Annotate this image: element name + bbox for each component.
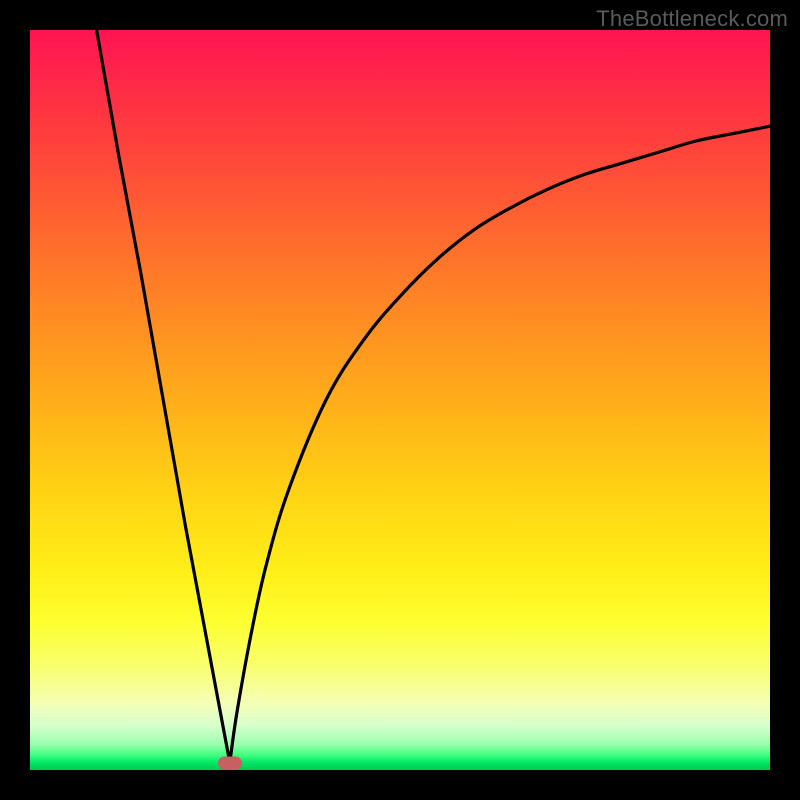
chart-frame: TheBottleneck.com <box>0 0 800 800</box>
plot-area <box>30 30 770 770</box>
optimal-marker <box>218 756 242 769</box>
bottleneck-curve <box>30 30 770 770</box>
attribution-text: TheBottleneck.com <box>596 6 788 32</box>
